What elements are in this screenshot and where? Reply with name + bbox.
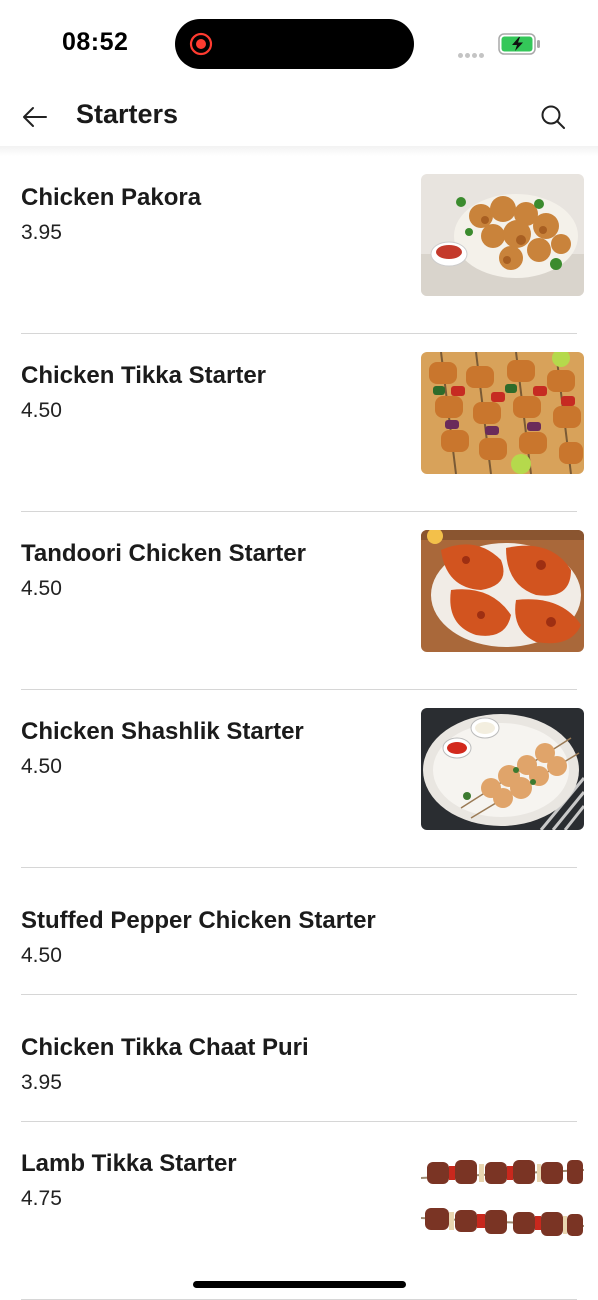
menu-item[interactable]: Stuffed Pepper Chicken Starter 4.50	[0, 868, 598, 995]
item-name: Tandoori Chicken Starter	[21, 540, 306, 567]
menu-item[interactable]: Tandoori Chicken Starter 4.50	[0, 512, 598, 690]
item-name: Chicken Pakora	[21, 184, 202, 211]
menu-item[interactable]: Chicken Tikka Chaat Puri 3.95	[0, 995, 598, 1122]
back-arrow-icon[interactable]	[20, 102, 50, 132]
header-shadow	[0, 146, 598, 156]
item-price: 4.50	[21, 577, 62, 600]
menu-item[interactable]: Lamb Tikka Starter 4.75	[0, 1122, 598, 1300]
item-price: 3.95	[21, 1071, 62, 1094]
menu-list: Chicken Pakora 3.95 Chicken Tikka Starte…	[0, 156, 598, 1300]
item-price: 4.50	[21, 755, 62, 778]
page-title: Starters	[76, 99, 179, 129]
menu-item[interactable]: Chicken Pakora 3.95	[0, 156, 598, 334]
dynamic-island	[175, 19, 414, 69]
chicken-shashlik-photo	[421, 708, 584, 830]
item-name: Chicken Tikka Starter	[21, 362, 267, 389]
tandoori-chicken-photo	[421, 530, 584, 652]
item-price: 4.50	[21, 399, 62, 422]
menu-item[interactable]: Chicken Tikka Starter 4.50	[0, 334, 598, 512]
menu-item[interactable]: Chicken Shashlik Starter 4.50	[0, 690, 598, 868]
app-header: Starters	[0, 88, 598, 148]
signal-icon	[458, 45, 486, 63]
item-name: Chicken Shashlik Starter	[21, 718, 304, 745]
record-indicator-icon	[189, 32, 213, 56]
item-name: Chicken Tikka Chaat Puri	[21, 1034, 309, 1061]
item-price: 4.75	[21, 1187, 62, 1210]
status-bar: 08:52	[0, 0, 598, 88]
item-price: 3.95	[21, 221, 62, 244]
lamb-tikka-photo	[421, 1140, 584, 1262]
chicken-pakora-photo	[421, 174, 584, 296]
chicken-tikka-photo	[421, 352, 584, 474]
home-indicator[interactable]	[193, 1281, 406, 1288]
item-name: Stuffed Pepper Chicken Starter	[21, 907, 376, 934]
item-name: Lamb Tikka Starter	[21, 1150, 237, 1177]
item-price: 4.50	[21, 944, 62, 967]
battery-icon	[498, 33, 540, 55]
search-icon[interactable]	[538, 102, 568, 132]
status-time: 08:52	[62, 28, 129, 56]
